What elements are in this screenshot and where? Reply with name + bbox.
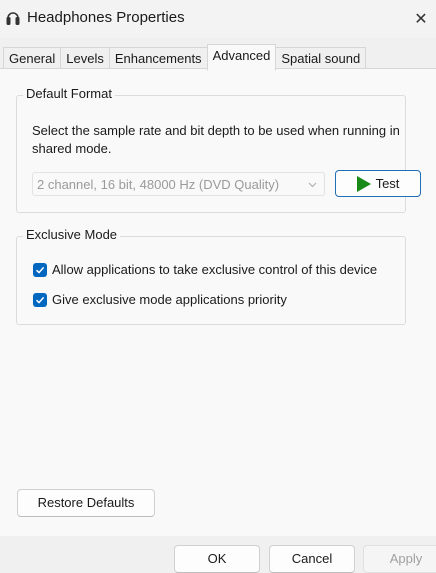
tab-strip: General Levels Enhancements Advanced Spa… xyxy=(3,44,367,71)
test-button[interactable]: Test xyxy=(335,170,421,197)
exclusive-priority-row[interactable]: Give exclusive mode applications priorit… xyxy=(33,292,287,307)
checkmark-icon xyxy=(35,296,45,304)
exclusive-priority-checkbox[interactable] xyxy=(33,292,47,307)
sample-format-select[interactable]: 2 channel, 16 bit, 48000 Hz (DVD Quality… xyxy=(32,172,325,196)
tab-panel-advanced: Default Format Select the sample rate an… xyxy=(0,68,436,537)
allow-exclusive-control-checkbox[interactable] xyxy=(33,262,47,277)
allow-exclusive-control-label: Allow applications to take exclusive con… xyxy=(52,262,378,277)
default-format-group: Default Format Select the sample rate an… xyxy=(16,86,421,213)
tab-levels[interactable]: Levels xyxy=(60,47,109,70)
default-format-description: Select the sample rate and bit depth to … xyxy=(32,123,400,156)
window-title: Headphones Properties xyxy=(27,9,185,26)
sample-format-value: 2 channel, 16 bit, 48000 Hz (DVD Quality… xyxy=(37,177,280,192)
title-bar[interactable]: Headphones Properties ✕ xyxy=(0,0,436,38)
checkmark-icon xyxy=(35,266,45,274)
play-icon xyxy=(356,175,371,192)
tab-advanced[interactable]: Advanced xyxy=(206,44,277,71)
exclusive-mode-legend: Exclusive Mode xyxy=(23,227,121,242)
headphones-icon xyxy=(6,12,20,25)
dialog-footer: OK Cancel Apply xyxy=(0,536,436,573)
restore-defaults-button[interactable]: Restore Defaults xyxy=(17,489,155,517)
tab-general[interactable]: General xyxy=(3,47,61,70)
exclusive-priority-label: Give exclusive mode applications priorit… xyxy=(52,292,287,307)
properties-window: Headphones Properties ✕ General Levels E… xyxy=(0,0,436,573)
test-button-label: Test xyxy=(375,176,400,191)
tab-spatial-sound[interactable]: Spatial sound xyxy=(275,47,367,70)
close-icon: ✕ xyxy=(414,11,428,28)
exclusive-mode-group: Exclusive Mode Allow applications to tak… xyxy=(16,227,406,325)
close-button[interactable]: ✕ xyxy=(406,0,436,38)
chevron-down-icon xyxy=(308,182,317,188)
default-format-legend: Default Format xyxy=(23,86,115,101)
tab-enhancements[interactable]: Enhancements xyxy=(108,47,207,70)
allow-exclusive-control-row[interactable]: Allow applications to take exclusive con… xyxy=(33,262,377,277)
